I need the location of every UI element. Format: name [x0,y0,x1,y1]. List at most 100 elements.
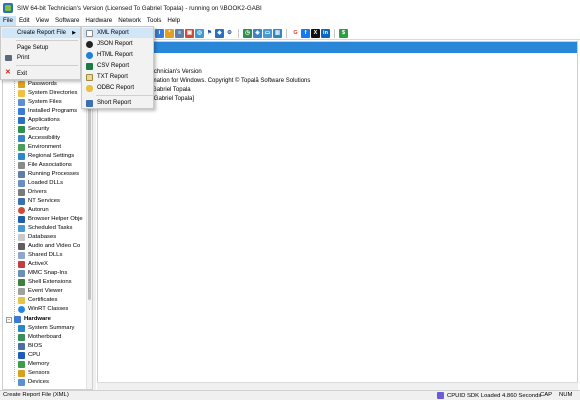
google-icon[interactable]: G [291,28,300,38]
html-report-menu-item[interactable]: HTML Report [83,50,153,60]
txt-report-menu-item[interactable]: TXT Report [83,72,153,82]
tree-item-devices[interactable]: Devices [18,378,49,387]
mmc-icon [18,270,25,277]
x-icon[interactable]: X [311,28,320,38]
tree-item-drivers[interactable]: Drivers [18,188,47,197]
tree-item-accessibility[interactable]: Accessibility [18,134,60,143]
status-bar: Create Report File (XML) CPUID SDK Loade… [0,390,580,400]
memory-icon [18,361,25,368]
tree-item-sensors[interactable]: Sensors [18,369,50,378]
tree-item-motherboard[interactable]: Motherboard [18,333,61,342]
main-pane: SIW 64-bit Technician's Version System I… [97,41,578,390]
collapse-icon[interactable]: − [6,316,12,323]
tree-item-file-associations[interactable]: File Associations [18,161,72,170]
chart-icon[interactable]: ▥ [273,28,282,38]
dollar-icon[interactable]: $ [339,28,348,38]
network-icon[interactable]: ◆ [215,28,224,38]
main-horizontal-scrollbar[interactable] [97,382,578,390]
clock-icon[interactable]: ◷ [243,28,252,38]
globe-icon [18,153,25,160]
tree-item-applications[interactable]: Applications [18,116,60,125]
tree-item-bios[interactable]: BIOS [18,342,42,351]
tree-item-memory[interactable]: Memory [18,360,49,369]
codec-icon [18,243,25,250]
flag-icon[interactable]: ⚑ [205,28,214,38]
page-setup-menu-item[interactable]: Page Setup [2,43,80,53]
passwords-icon[interactable]: * [165,28,174,38]
tree-item-cpu[interactable]: CPU [18,351,40,360]
tree-item-regional-settings[interactable]: Regional Settings [18,152,74,161]
file-associations-icon [18,162,25,169]
image-icon[interactable]: ▣ [185,28,194,38]
shield-icon[interactable]: ◈ [253,28,262,38]
linkedin-icon[interactable]: in [321,28,330,38]
browser-icon [18,216,25,223]
tree-item-browser-helper-objects[interactable]: Browser Helper Obje [18,215,83,224]
monitor-icon[interactable]: ▭ [263,28,272,38]
menu-tools[interactable]: Tools [144,16,164,26]
tree-item-nt-services[interactable]: NT Services [18,197,60,206]
file-icon [18,99,25,106]
print-menu-item[interactable]: Print [2,53,80,63]
tree-item-shared-dlls[interactable]: Shared DLLs [18,251,62,260]
menu-view[interactable]: View [33,16,52,26]
tree-item-mmc-snap-ins[interactable]: MMC Snap-Ins [18,269,67,278]
tree-item-system-files[interactable]: System Files [18,98,62,107]
cpuid-icon [437,392,444,399]
info-icon[interactable]: i [155,28,164,38]
tree-item-security[interactable]: Security [18,125,49,134]
hardware-icon [14,316,21,323]
tree-category-hardware[interactable]: − Hardware [6,315,51,324]
tree-item-databases[interactable]: Databases [18,233,56,242]
certificate-icon [18,297,25,304]
menu-file[interactable]: File [0,16,16,26]
applications-icon [18,117,25,124]
xml-report-menu-item[interactable]: XML Report [83,28,153,38]
services-icon [18,198,25,205]
short-report-menu-item[interactable]: Short Report [83,98,153,108]
status-text: Create Report File (XML) [3,392,69,398]
tree-item-shell-extensions[interactable]: Shell Extensions [18,278,72,287]
tree-item-event-viewer[interactable]: Event Viewer [18,287,63,296]
tree-item-running-processes[interactable]: Running Processes [18,170,79,179]
tree-item-activex[interactable]: ActiveX [18,260,48,269]
tree-item-system-directories[interactable]: System Directories [18,89,77,98]
create-report-menu-item[interactable]: Create Report File ▶ [2,28,80,38]
gear-icon[interactable]: ⚙ [225,28,234,38]
window-title: SIW 64-bit Technician's Version (License… [17,4,262,12]
tree-item-loaded-dlls[interactable]: Loaded DLLs [18,179,63,188]
database-icon [18,234,25,241]
app-logo-icon [3,3,13,13]
odbc-icon [86,85,93,92]
scan-icon[interactable]: ◎ [195,28,204,38]
summary-icon [18,325,25,332]
tree-item-certificates[interactable]: Certificates [18,296,57,305]
menu-software[interactable]: Software [52,16,82,26]
printer-icon [5,55,12,61]
key-icon [18,81,25,88]
facebook-icon[interactable]: f [301,28,310,38]
exit-menu-item[interactable]: ✕ Exit [2,69,80,79]
odbc-report-menu-item[interactable]: ODBC Report [83,83,153,93]
autorun-icon [18,207,25,214]
menu-help[interactable]: Help [164,16,183,26]
tree-item-audio-video-codecs[interactable]: Audio and Video Co [18,242,80,251]
menu-network[interactable]: Network [115,16,144,26]
tree-item-winrt-classes[interactable]: WinRT Classes [18,305,68,314]
json-report-menu-item[interactable]: JSON Report [83,39,153,49]
tree-item-system-summary[interactable]: System Summary [18,324,74,333]
tree-item-environment[interactable]: Environment [18,143,61,152]
tree-item-autorun[interactable]: Autorun [18,206,49,215]
shared-dll-icon [18,252,25,259]
tree-item-passwords[interactable]: Passwords [18,80,57,89]
folder-icon [18,90,25,97]
json-icon [86,41,93,48]
tree-scrollbar-thumb[interactable] [88,90,91,300]
menu-edit[interactable]: Edit [16,16,33,26]
menu-hardware[interactable]: Hardware [82,16,115,26]
tree-item-installed-programs[interactable]: Installed Programs [18,107,77,116]
settings-icon[interactable]: ≡ [175,28,184,38]
tree-item-scheduled-tasks[interactable]: Scheduled Tasks [18,224,72,233]
submenu-arrow-icon: ▶ [72,30,76,36]
csv-report-menu-item[interactable]: CSV Report [83,61,153,71]
